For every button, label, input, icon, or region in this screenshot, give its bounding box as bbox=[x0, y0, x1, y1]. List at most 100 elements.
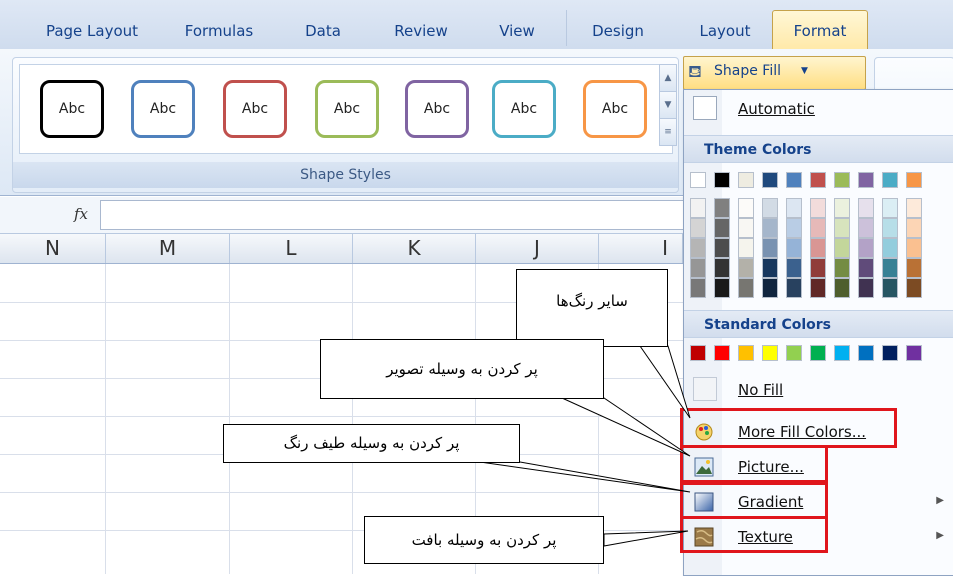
theme-shade-swatch[interactable] bbox=[882, 238, 898, 258]
theme-color-swatch[interactable] bbox=[690, 172, 706, 188]
shape-style-red[interactable]: Abc bbox=[223, 80, 287, 138]
theme-shade-swatch[interactable] bbox=[858, 218, 874, 238]
theme-shade-swatch[interactable] bbox=[834, 258, 850, 278]
tab-review[interactable]: Review bbox=[384, 14, 458, 49]
standard-color-swatch[interactable] bbox=[714, 345, 730, 361]
shape-fill-button[interactable]: ⛾ Shape Fill ▼ bbox=[683, 56, 866, 90]
insert-function-icon[interactable]: fx bbox=[66, 202, 96, 227]
theme-shade-swatch[interactable] bbox=[906, 278, 922, 298]
standard-colors-header: Standard Colors bbox=[684, 310, 953, 338]
theme-shade-swatch[interactable] bbox=[690, 218, 706, 238]
theme-shade-swatch[interactable] bbox=[762, 258, 778, 278]
theme-shade-swatch[interactable] bbox=[810, 278, 826, 298]
column-header[interactable]: I bbox=[599, 234, 683, 263]
theme-shade-swatch[interactable] bbox=[834, 198, 850, 218]
theme-shade-swatch[interactable] bbox=[882, 198, 898, 218]
theme-shade-swatch[interactable] bbox=[834, 238, 850, 258]
tab-formulas[interactable]: Formulas bbox=[174, 14, 264, 49]
tab-data[interactable]: Data bbox=[296, 14, 350, 49]
ribbon-tab-bar: Page Layout Formulas Data Review View De… bbox=[0, 0, 953, 50]
column-header[interactable]: N bbox=[0, 234, 106, 263]
theme-color-swatch[interactable] bbox=[858, 172, 874, 188]
automatic-color-item[interactable]: Automatic bbox=[684, 92, 953, 126]
theme-shade-swatch[interactable] bbox=[810, 218, 826, 238]
standard-color-swatch[interactable] bbox=[786, 345, 802, 361]
theme-shade-swatch[interactable] bbox=[738, 238, 754, 258]
gallery-scroll-down-icon[interactable]: ▼ bbox=[659, 91, 677, 119]
theme-shade-swatch[interactable] bbox=[858, 258, 874, 278]
theme-shade-swatch[interactable] bbox=[834, 218, 850, 238]
theme-shade-swatch[interactable] bbox=[906, 258, 922, 278]
theme-shade-swatch[interactable] bbox=[762, 238, 778, 258]
theme-shade-swatch[interactable] bbox=[762, 278, 778, 298]
theme-shade-swatch[interactable] bbox=[906, 218, 922, 238]
theme-shade-swatch[interactable] bbox=[786, 258, 802, 278]
shape-style-blue[interactable]: Abc bbox=[131, 80, 195, 138]
theme-color-swatch[interactable] bbox=[834, 172, 850, 188]
theme-color-swatch[interactable] bbox=[738, 172, 754, 188]
shape-style-aqua[interactable]: Abc bbox=[492, 80, 556, 138]
theme-shade-swatch[interactable] bbox=[786, 238, 802, 258]
standard-color-swatch[interactable] bbox=[690, 345, 706, 361]
theme-shade-swatch[interactable] bbox=[690, 258, 706, 278]
theme-shade-swatch[interactable] bbox=[834, 278, 850, 298]
column-header[interactable]: K bbox=[353, 234, 476, 263]
tab-view[interactable]: View bbox=[489, 14, 545, 49]
standard-color-swatch[interactable] bbox=[810, 345, 826, 361]
column-header[interactable]: M bbox=[106, 234, 230, 263]
shape-style-black[interactable]: Abc bbox=[40, 80, 104, 138]
theme-shade-swatch[interactable] bbox=[714, 218, 730, 238]
theme-shade-swatch[interactable] bbox=[714, 258, 730, 278]
standard-color-swatch[interactable] bbox=[882, 345, 898, 361]
theme-shade-swatch[interactable] bbox=[786, 198, 802, 218]
theme-shade-swatch[interactable] bbox=[738, 218, 754, 238]
shape-style-green[interactable]: Abc bbox=[315, 80, 379, 138]
tab-layout[interactable]: Layout bbox=[693, 14, 757, 49]
shape-style-purple[interactable]: Abc bbox=[405, 80, 469, 138]
standard-color-swatch[interactable] bbox=[906, 345, 922, 361]
theme-shade-swatch[interactable] bbox=[762, 218, 778, 238]
theme-shade-swatch[interactable] bbox=[858, 238, 874, 258]
theme-shade-swatch[interactable] bbox=[882, 218, 898, 238]
theme-shade-swatch[interactable] bbox=[738, 198, 754, 218]
tab-page-layout[interactable]: Page Layout bbox=[36, 14, 148, 49]
standard-color-swatch[interactable] bbox=[834, 345, 850, 361]
theme-color-swatch[interactable] bbox=[810, 172, 826, 188]
theme-shade-swatch[interactable] bbox=[882, 258, 898, 278]
theme-shade-swatch[interactable] bbox=[906, 198, 922, 218]
theme-shade-swatch[interactable] bbox=[738, 258, 754, 278]
theme-shade-swatch[interactable] bbox=[858, 198, 874, 218]
theme-shade-swatch[interactable] bbox=[786, 278, 802, 298]
theme-shade-swatch[interactable] bbox=[690, 278, 706, 298]
theme-color-swatch[interactable] bbox=[882, 172, 898, 188]
tab-design[interactable]: Design bbox=[581, 14, 655, 49]
theme-color-swatch[interactable] bbox=[714, 172, 730, 188]
tab-format[interactable]: Format bbox=[772, 10, 868, 50]
no-fill-item[interactable]: No Fill bbox=[684, 373, 953, 407]
theme-shade-swatch[interactable] bbox=[906, 238, 922, 258]
gallery-scroll-up-icon[interactable]: ▲ bbox=[659, 64, 677, 92]
theme-shade-swatch[interactable] bbox=[690, 238, 706, 258]
standard-color-swatch[interactable] bbox=[858, 345, 874, 361]
theme-shade-swatch[interactable] bbox=[786, 218, 802, 238]
gallery-more-icon[interactable]: ≡ bbox=[659, 118, 677, 146]
theme-shade-swatch[interactable] bbox=[810, 238, 826, 258]
theme-shade-swatch[interactable] bbox=[690, 198, 706, 218]
theme-shade-swatch[interactable] bbox=[858, 278, 874, 298]
theme-shade-swatch[interactable] bbox=[738, 278, 754, 298]
standard-color-swatch[interactable] bbox=[762, 345, 778, 361]
standard-color-swatch[interactable] bbox=[738, 345, 754, 361]
theme-color-swatch[interactable] bbox=[762, 172, 778, 188]
theme-color-swatch[interactable] bbox=[786, 172, 802, 188]
theme-shade-swatch[interactable] bbox=[714, 238, 730, 258]
theme-shade-swatch[interactable] bbox=[714, 198, 730, 218]
theme-shade-swatch[interactable] bbox=[882, 278, 898, 298]
theme-shade-swatch[interactable] bbox=[762, 198, 778, 218]
column-header[interactable]: J bbox=[476, 234, 599, 263]
shape-style-orange[interactable]: Abc bbox=[583, 80, 647, 138]
theme-shade-swatch[interactable] bbox=[810, 258, 826, 278]
theme-shade-swatch[interactable] bbox=[714, 278, 730, 298]
theme-shade-swatch[interactable] bbox=[810, 198, 826, 218]
theme-color-swatch[interactable] bbox=[906, 172, 922, 188]
column-header[interactable]: L bbox=[230, 234, 353, 263]
